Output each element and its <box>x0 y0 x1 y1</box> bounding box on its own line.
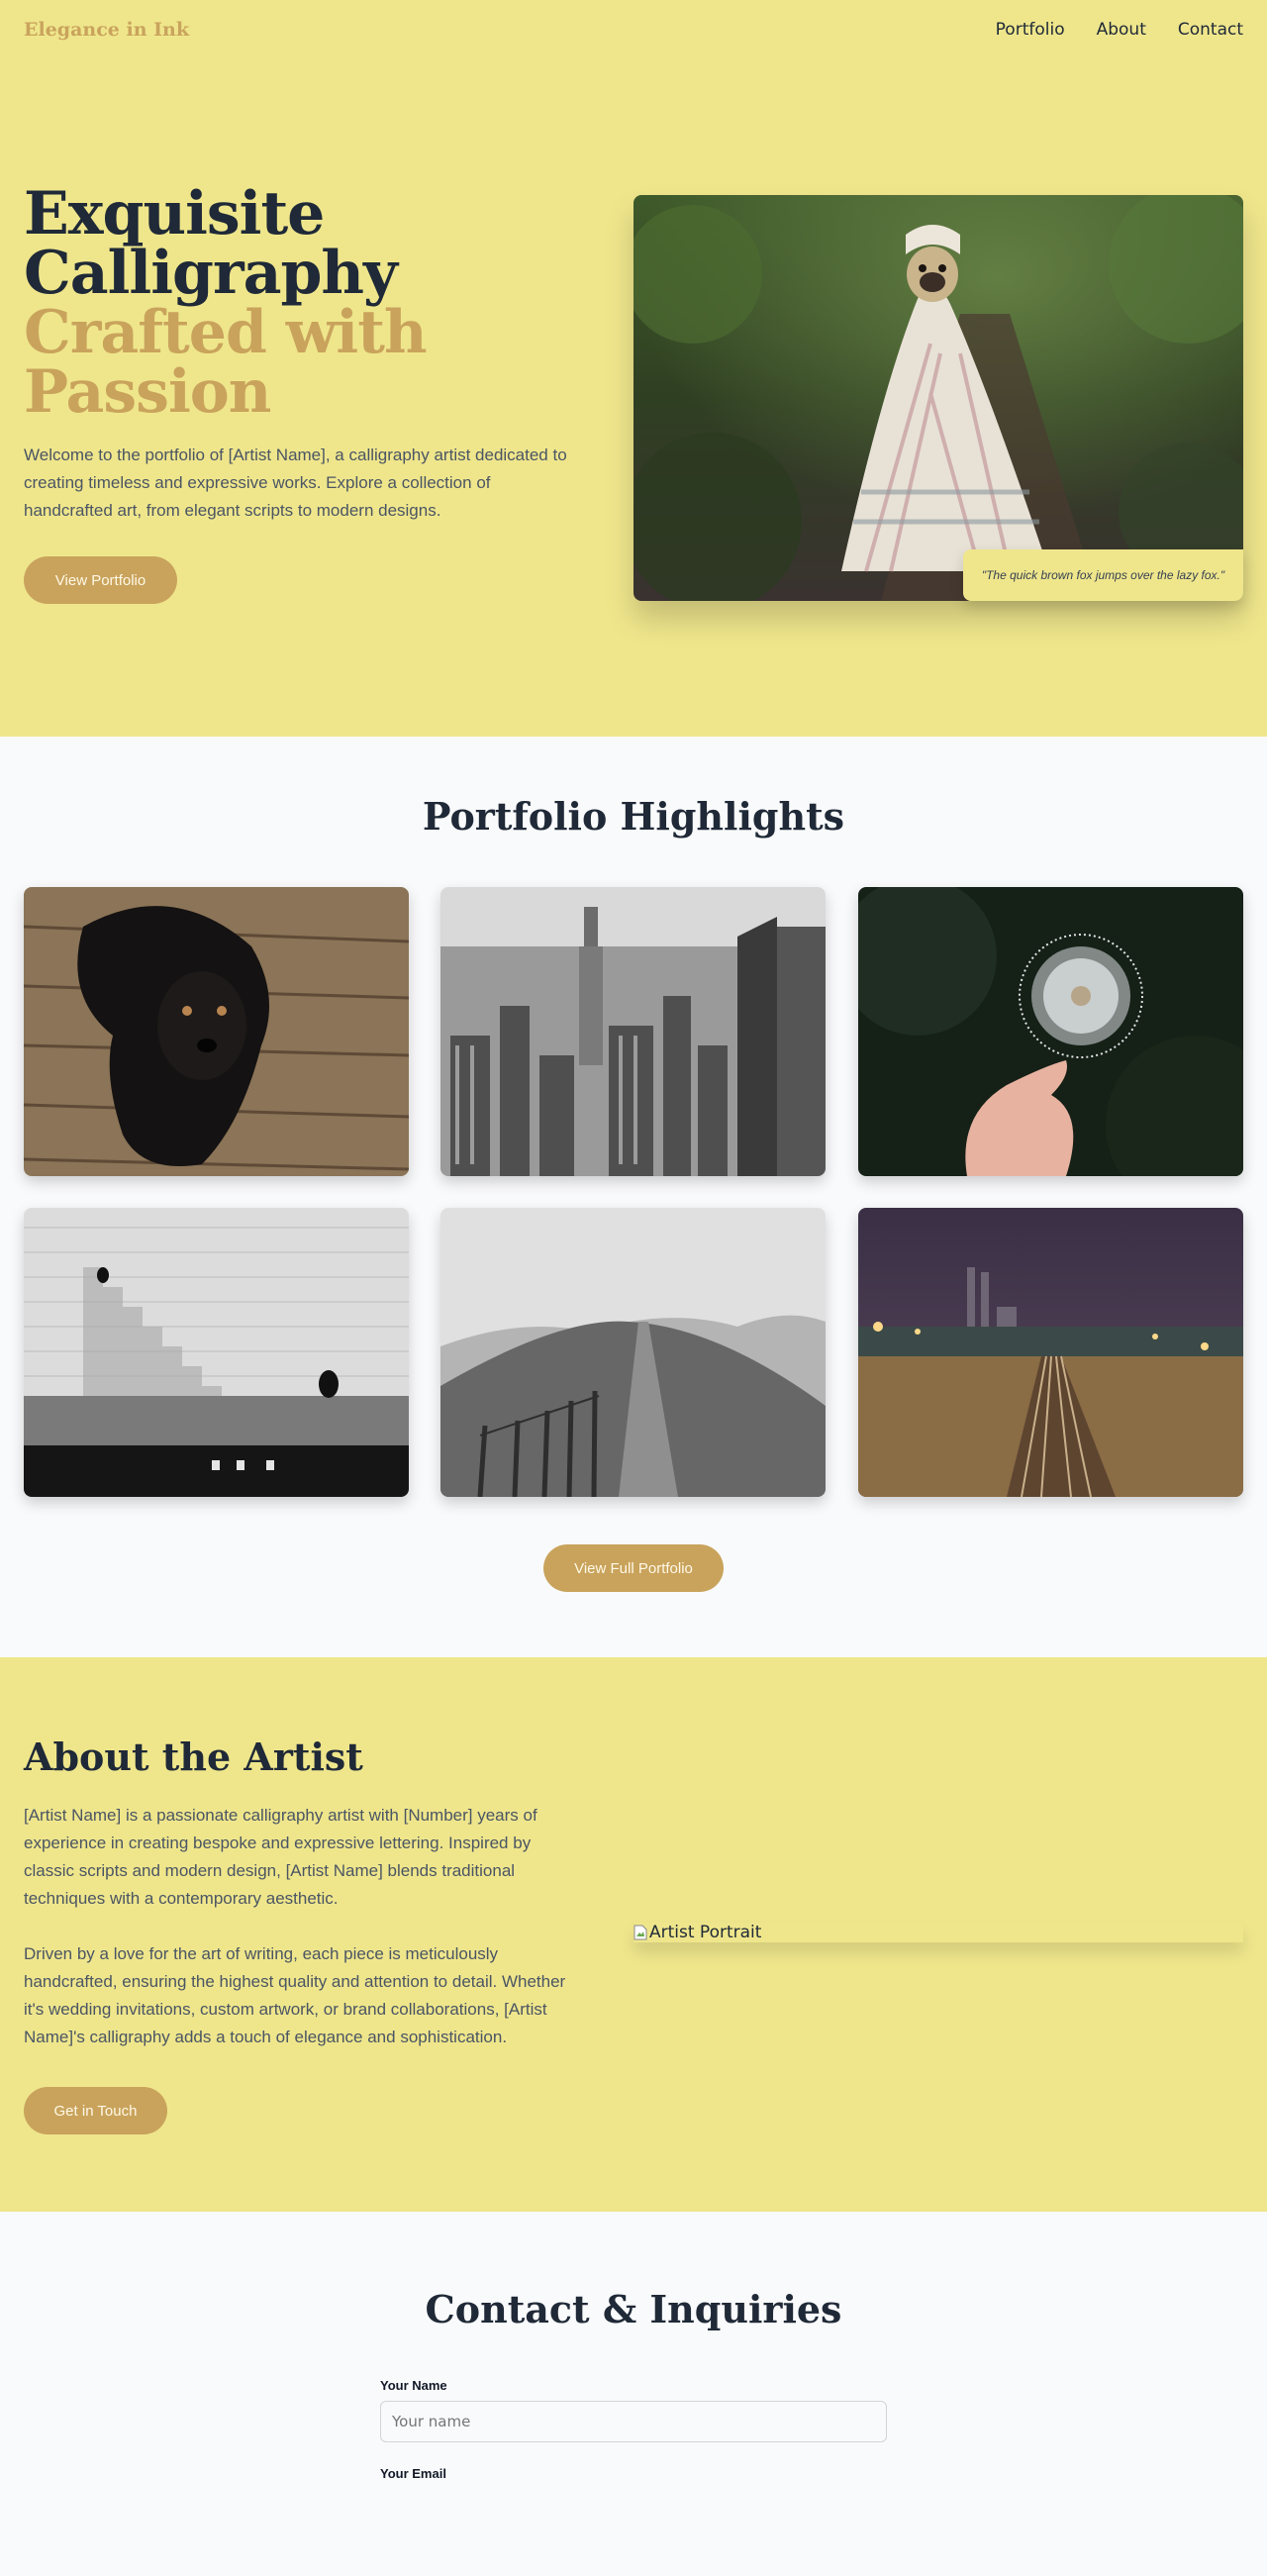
hero-content: Exquisite Calligraphy Crafted with Passi… <box>24 184 578 604</box>
get-in-touch-button[interactable]: Get in Touch <box>24 2087 167 2134</box>
contact-title: Contact & Inquiries <box>425 2287 842 2331</box>
broken-image-icon <box>634 1925 647 1940</box>
site-logo[interactable]: Elegance in Ink <box>24 19 189 41</box>
about-text: [Artist Name] is a passionate calligraph… <box>24 1802 578 2051</box>
name-input[interactable] <box>380 2401 887 2442</box>
portfolio-tile[interactable] <box>24 887 409 1176</box>
portfolio-section: Portfolio Highlights View Full Portfolio <box>0 737 1267 1657</box>
portrait-alt-text: Artist Portrait <box>649 1923 762 1942</box>
quote-card: "The quick brown fox jumps over the lazy… <box>963 549 1243 601</box>
about-paragraph: [Artist Name] is a passionate calligraph… <box>24 1806 537 1908</box>
hero-title: Exquisite Calligraphy Crafted with Passi… <box>24 184 578 422</box>
portfolio-title: Portfolio Highlights <box>422 794 845 839</box>
portfolio-tile[interactable] <box>440 887 826 1176</box>
hero-image <box>634 195 1243 601</box>
nav-link-about[interactable]: About <box>1097 20 1146 40</box>
hero-section: Exquisite Calligraphy Crafted with Passi… <box>0 0 1267 737</box>
about-title: About the Artist <box>24 1734 363 1779</box>
top-nav: Elegance in Ink Portfolio About Contact <box>0 0 1267 59</box>
view-portfolio-button[interactable]: View Portfolio <box>24 556 177 604</box>
hero-title-accent-line: Crafted with <box>24 298 428 367</box>
email-field-group: Your Email <box>380 2466 887 2481</box>
name-field-group: Your Name <box>380 2378 887 2442</box>
portfolio-tile[interactable] <box>24 1208 409 1497</box>
hero-description: Welcome to the portfolio of [Artist Name… <box>24 446 567 520</box>
about-paragraph: Driven by a love for the art of writing,… <box>24 1944 566 2046</box>
name-label: Your Name <box>380 2378 447 2393</box>
email-label: Your Email <box>380 2466 446 2481</box>
hero-title-accent-line: Passion <box>24 357 271 427</box>
nav-links: Portfolio About Contact <box>996 20 1243 40</box>
nav-link-contact[interactable]: Contact <box>1178 20 1243 40</box>
about-section: About the Artist [Artist Name] is a pass… <box>0 1657 1267 2212</box>
artist-portrait: Artist Portrait <box>634 1923 1243 1942</box>
portfolio-tile[interactable] <box>440 1208 826 1497</box>
view-full-portfolio-button[interactable]: View Full Portfolio <box>543 1544 724 1592</box>
contact-section: Contact & Inquiries Your Name Your Email <box>0 2212 1267 2576</box>
nav-link-portfolio[interactable]: Portfolio <box>996 20 1065 40</box>
hero-title-line: Calligraphy <box>24 239 398 308</box>
hero-title-line: Exquisite <box>24 179 325 248</box>
contact-form: Your Name Your Email <box>380 2378 887 2489</box>
portfolio-tile[interactable] <box>858 1208 1243 1497</box>
portfolio-tile[interactable] <box>858 887 1243 1176</box>
